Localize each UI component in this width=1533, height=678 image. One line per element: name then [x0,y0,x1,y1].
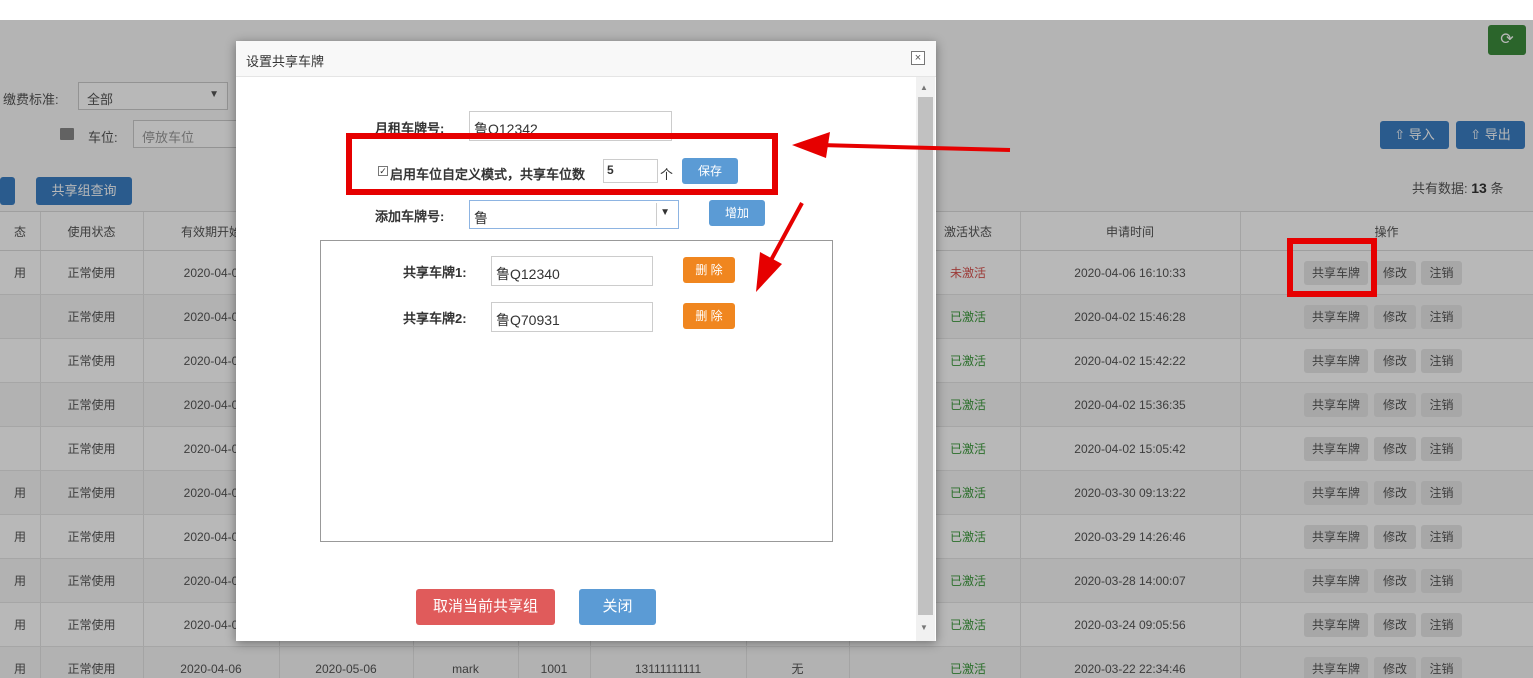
add-plate-label: 添加车牌号: [375,209,445,224]
add-plate-button[interactable]: 增加 [709,200,765,226]
shared-plate-2-input[interactable]: 鲁Q70931 [491,302,653,332]
shared-plate-1-input[interactable]: 鲁Q12340 [491,256,653,286]
add-plate-value: 鲁 [474,210,488,226]
scroll-up-icon[interactable]: ▲ [920,83,928,92]
top-bar [0,0,1533,20]
chevron-down-icon[interactable]: ▼ [660,207,670,218]
delete-plate-1-button[interactable]: 删 除 [683,257,735,283]
close-button[interactable]: 关闭 [579,589,656,625]
annotation-box-share-button [1287,238,1377,297]
cancel-share-group-button[interactable]: 取消当前共享组 [416,589,555,625]
delete-plate-2-button[interactable]: 删 除 [683,303,735,329]
share-plate-dialog: 设置共享车牌 × 月租车牌号: 鲁Q12342 ✓ 启用车位自定义模式，共享车位… [236,41,936,641]
dialog-title: 设置共享车牌 [246,54,325,69]
scroll-down-icon[interactable]: ▼ [920,623,928,632]
scrollbar-thumb[interactable] [918,97,933,615]
add-plate-select[interactable]: 鲁 ▼ [469,200,679,229]
shared-plate-1-label: 共享车牌1: [403,265,467,280]
close-icon[interactable]: × [911,51,925,65]
dialog-scrollbar[interactable]: ▲ ▼ [916,77,935,641]
shared-plates-panel: 共享车牌1: 鲁Q12340 删 除 共享车牌2: 鲁Q70931 删 除 [320,240,833,542]
annotation-box-custom-mode [346,133,778,195]
dialog-header: 设置共享车牌 × [236,41,936,77]
shared-plate-2-label: 共享车牌2: [403,311,467,326]
